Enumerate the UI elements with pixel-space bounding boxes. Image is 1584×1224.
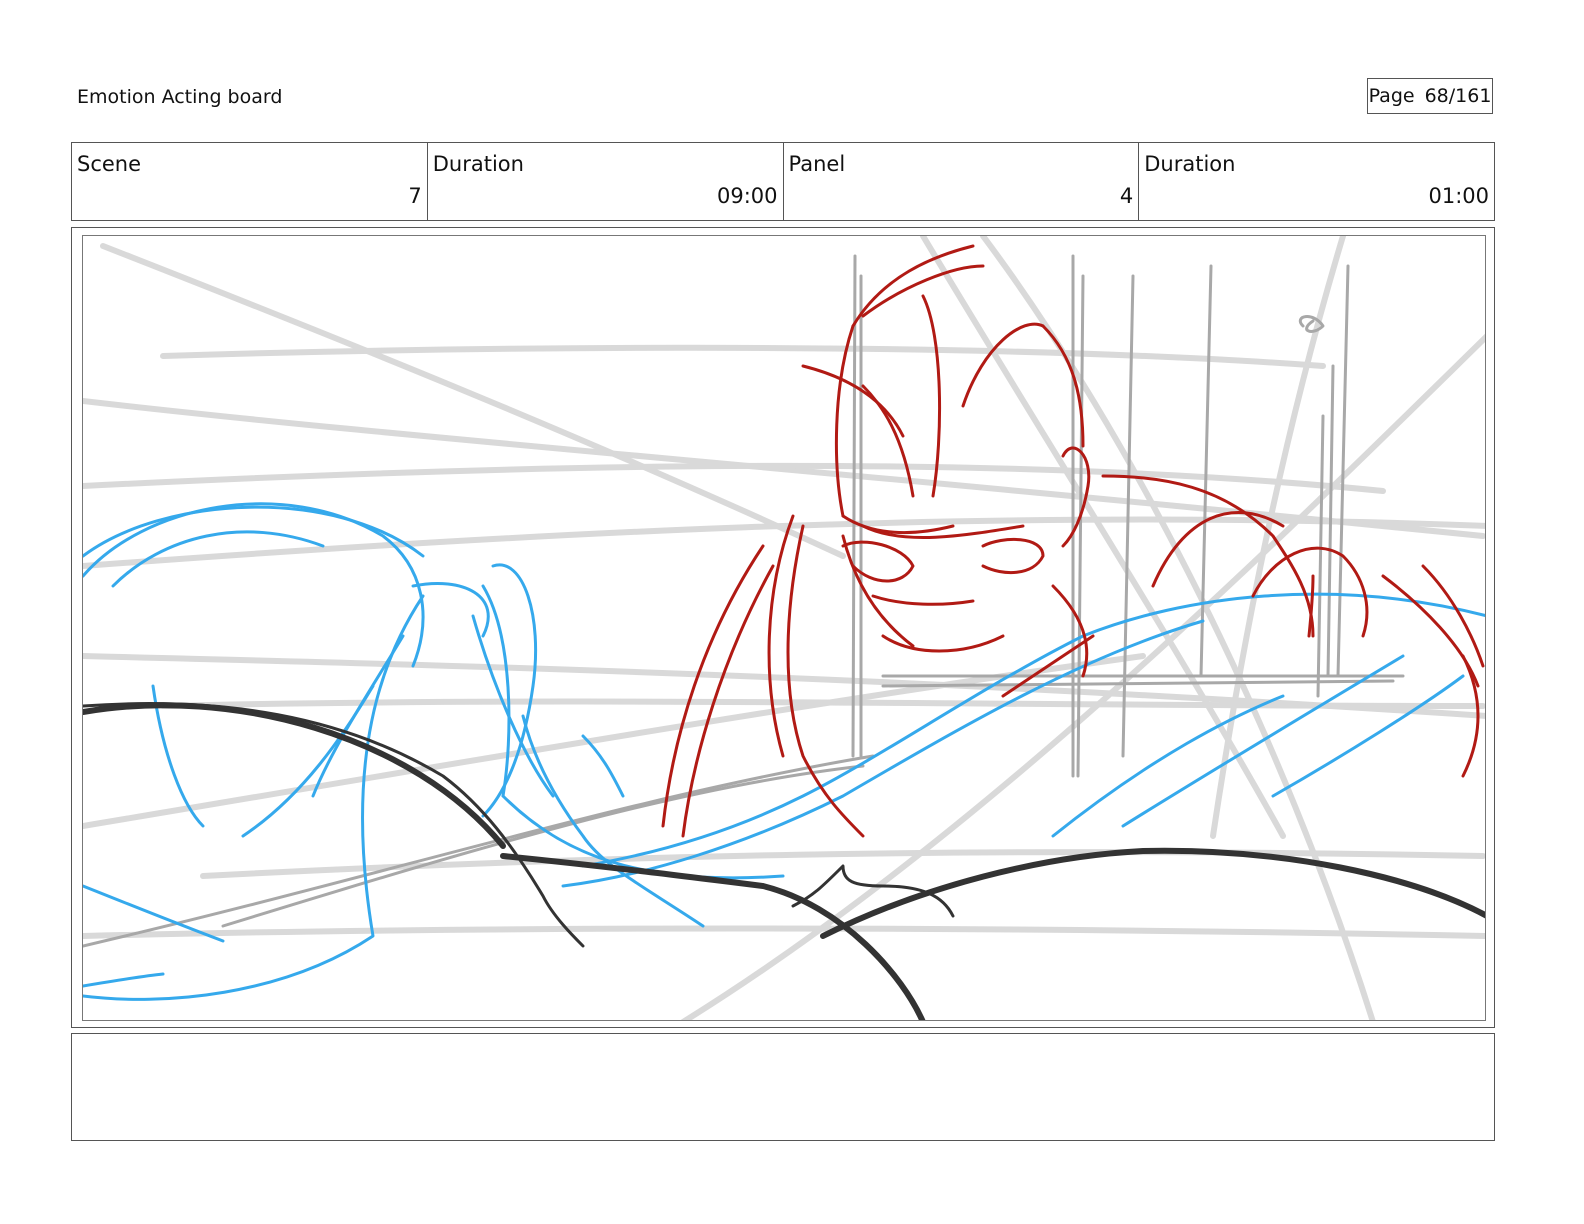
scene-duration-value: 09:00 [716,184,778,208]
storyboard-sketch [83,236,1485,1020]
page-number: 68/161 [1424,85,1492,107]
panel-value: 4 [1119,184,1134,208]
scene-duration-label: Duration [432,152,524,176]
panel-cell: Panel 4 [784,143,1140,220]
document-title: Emotion Acting board [77,86,283,108]
panel-notes-box [71,1033,1495,1141]
storyboard-panel-frame [71,227,1495,1028]
page-label: Page [1368,85,1415,107]
scene-cell: Scene 7 [72,143,428,220]
panel-label: Panel [788,152,846,176]
panel-duration-cell: Duration 01:00 [1139,143,1494,220]
page-indicator: Page 68/161 [1367,78,1493,114]
scene-value: 7 [408,184,422,208]
panel-info-row: Scene 7 Duration 09:00 Panel 4 Duration … [71,142,1495,221]
scene-duration-cell: Duration 09:00 [428,143,784,220]
storyboard-drawing-area [82,235,1486,1021]
panel-duration-value: 01:00 [1428,184,1489,208]
scene-label: Scene [77,152,142,176]
panel-duration-label: Duration [1144,152,1236,176]
